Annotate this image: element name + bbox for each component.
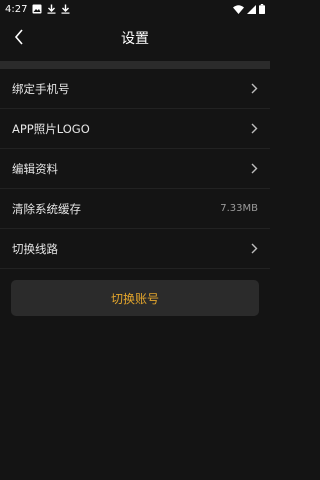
switch-account-button[interactable]: 切换账号	[11, 280, 259, 316]
page-title: 设置	[121, 31, 149, 47]
cache-size-value: 7.33MB	[220, 203, 258, 214]
menu-item-edit-profile[interactable]: 编辑资料	[0, 149, 270, 189]
menu-item-label: 切换线路	[12, 241, 58, 256]
status-bar: 4:27	[0, 0, 270, 18]
image-icon	[32, 4, 42, 14]
chevron-right-icon	[251, 83, 258, 94]
chevron-right-icon	[251, 243, 258, 254]
menu-item-label: 编辑资料	[12, 161, 58, 176]
menu-item-app-logo[interactable]: APP照片LOGO	[0, 109, 270, 149]
chevron-right-icon	[251, 163, 258, 174]
settings-menu: 绑定手机号 APP照片LOGO 编辑资料 清除系统缓存 7.33MB 切换线路	[0, 69, 270, 269]
download-icon	[61, 4, 70, 14]
chevron-right-icon	[251, 123, 258, 134]
signal-icon	[247, 4, 256, 14]
wifi-icon	[233, 4, 244, 14]
menu-item-switch-line[interactable]: 切换线路	[0, 229, 270, 269]
menu-item-label: APP照片LOGO	[12, 121, 90, 136]
download-icon	[47, 4, 56, 14]
back-button[interactable]	[8, 28, 30, 50]
menu-item-label: 绑定手机号	[12, 81, 70, 96]
section-divider	[0, 61, 270, 69]
battery-icon	[259, 4, 265, 14]
status-left: 4:27	[5, 4, 70, 15]
chevron-left-icon	[14, 29, 24, 49]
switch-account-label: 切换账号	[110, 291, 159, 306]
app-bar: 设置	[0, 18, 270, 58]
status-right	[233, 4, 265, 14]
status-time: 4:27	[5, 3, 28, 15]
menu-item-bind-phone[interactable]: 绑定手机号	[0, 69, 270, 109]
menu-item-clear-cache[interactable]: 清除系统缓存 7.33MB	[0, 189, 270, 229]
menu-item-label: 清除系统缓存	[12, 201, 81, 216]
